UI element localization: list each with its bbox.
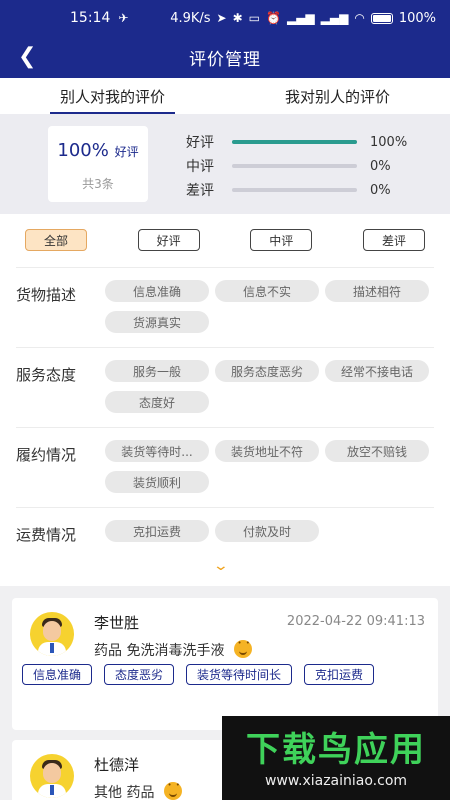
bar-row-neutral: 中评 0% <box>186 154 426 178</box>
telegram-icon: ✈ <box>118 11 129 25</box>
review-tag: 态度恶劣 <box>104 664 175 685</box>
score-value: 100% <box>57 140 109 161</box>
tag-chip[interactable]: 服务态度恶劣 <box>215 360 319 382</box>
bar-label: 好评 <box>186 135 214 151</box>
watermark-url: www.xiazainiao.com <box>264 773 408 789</box>
smile-icon <box>164 781 183 800</box>
review-tag: 信息准确 <box>22 664 93 685</box>
category-freight: 运费情况 克扣运费 付款及时 <box>16 507 434 557</box>
page-title: 评价管理 <box>189 49 261 70</box>
tab-received-reviews[interactable]: 别人对我的评价 <box>0 78 225 114</box>
alarm-icon: ⏰ <box>266 11 281 25</box>
goods-text: 其他 药品 <box>94 785 155 800</box>
tag-chip[interactable]: 装货顺利 <box>105 471 209 493</box>
tag-chip[interactable]: 态度好 <box>105 391 209 413</box>
bar-track <box>232 188 357 192</box>
bluetooth-icon: ✱ <box>232 11 243 25</box>
avatar <box>30 754 74 798</box>
tag-chip[interactable]: 付款及时 <box>215 520 319 542</box>
review-card[interactable]: 李世胜 2022-04-22 09:41:13 药品 免洗消毒洗手液 信息准确 … <box>12 598 438 730</box>
review-date: 2022-04-22 09:41:13 <box>286 614 425 629</box>
bar-percent: 100% <box>370 134 408 150</box>
tag-chip[interactable]: 服务一般 <box>105 360 209 382</box>
vibrate-icon: ▭ <box>248 11 261 25</box>
tag-chip[interactable]: 装货等待时... <box>105 440 209 462</box>
filter-neutral[interactable]: 中评 <box>250 229 313 251</box>
bar-label: 差评 <box>186 183 214 199</box>
watermark-logo: 下载鸟应用 www.xiazainiao.com <box>222 716 450 800</box>
score-line: 100% 好评 <box>48 140 148 161</box>
filter-bad[interactable]: 差评 <box>362 229 425 251</box>
tag-chip[interactable]: 信息准确 <box>105 280 209 302</box>
tag-chip[interactable]: 描述相符 <box>325 280 429 302</box>
category-title: 履约情况 <box>16 446 77 464</box>
bar-fill <box>232 140 357 144</box>
score-card: 100% 好评 共3条 <box>48 126 148 202</box>
bar-percent: 0% <box>370 158 391 174</box>
tag-chip[interactable]: 装货地址不符 <box>215 440 319 462</box>
score-label: 好评 <box>114 145 139 159</box>
review-tag: 克扣运费 <box>304 664 375 685</box>
tag-chip[interactable]: 克扣运费 <box>105 520 209 542</box>
filter-chips: 全部 好评 中评 差评 <box>0 214 450 251</box>
location-icon: ➤ <box>216 11 227 25</box>
tag-chip[interactable]: 信息不实 <box>215 280 319 302</box>
filter-good[interactable]: 好评 <box>137 229 200 251</box>
bar-track <box>232 140 357 144</box>
network-speed: 4.9K/s <box>170 10 211 26</box>
rating-bars: 好评 100% 中评 0% 差评 0% <box>186 130 426 202</box>
rating-summary: 100% 好评 共3条 好评 100% 中评 0% 差评 0% <box>0 114 450 214</box>
battery-icon <box>370 12 393 24</box>
category-tags: 装货等待时... 装货地址不符 放空不赔钱 装货顺利 <box>105 440 435 493</box>
goods-line: 其他 药品 <box>94 781 183 800</box>
category-goods: 货物描述 信息准确 信息不实 描述相符 货源真实 <box>16 267 434 347</box>
total-count: 共3条 <box>82 177 114 191</box>
bar-track <box>232 164 357 168</box>
filter-all[interactable]: 全部 <box>25 229 87 251</box>
smile-icon <box>234 639 253 658</box>
bar-percent: 0% <box>370 182 391 198</box>
category-title: 货物描述 <box>16 286 77 304</box>
filter-panel: 全部 好评 中评 差评 货物描述 信息准确 信息不实 描述相符 货源真实 服务态… <box>0 214 450 586</box>
status-bar: 15:14 ✈ 4.9K/s ➤ ✱ ▭ ⏰ ▂▄▆ ▂▄▆ ◠ 100% <box>0 0 450 36</box>
category-tags: 信息准确 信息不实 描述相符 货源真实 <box>105 280 435 333</box>
tag-chip[interactable]: 放空不赔钱 <box>325 440 429 462</box>
avatar <box>30 612 74 656</box>
category-tags: 服务一般 服务态度恶劣 经常不接电话 态度好 <box>105 360 435 413</box>
bar-row-good: 好评 100% <box>186 130 426 154</box>
category-title: 服务态度 <box>16 366 77 384</box>
tab-given-reviews[interactable]: 我对别人的评价 <box>225 78 450 114</box>
signal-2-icon: ▂▄▆ <box>320 11 349 25</box>
category-tags: 克扣运费 付款及时 <box>105 520 435 542</box>
signal-icon: ▂▄▆ <box>286 11 315 25</box>
category-fulfillment: 履约情况 装货等待时... 装货地址不符 放空不赔钱 装货顺利 <box>16 427 434 507</box>
nav-bar: ❮ 评价管理 <box>0 36 450 78</box>
bar-label: 中评 <box>186 159 214 175</box>
chevron-down-icon[interactable]: ⌄ <box>213 558 229 574</box>
category-title: 运费情况 <box>16 526 77 544</box>
goods-line: 药品 免洗消毒洗手液 <box>94 639 253 660</box>
category-service: 服务态度 服务一般 服务态度恶劣 经常不接电话 态度好 <box>16 347 434 427</box>
review-tag: 装货等待时间长 <box>186 664 293 685</box>
status-time: 15:14 <box>70 10 111 26</box>
goods-text: 药品 免洗消毒洗手液 <box>94 643 225 659</box>
watermark-main: 下载鸟应用 <box>246 730 426 770</box>
tag-chip[interactable]: 经常不接电话 <box>325 360 429 382</box>
reviewer-name: 李世胜 <box>94 614 140 632</box>
reviewer-name: 杜德洋 <box>94 756 140 774</box>
review-tags: 信息准确 态度恶劣 装货等待时间长 克扣运费 <box>22 664 422 685</box>
battery-percent: 100% <box>398 10 436 26</box>
tab-bar: 别人对我的评价 我对别人的评价 <box>0 78 450 114</box>
wifi-icon: ◠ <box>354 11 365 25</box>
chevron-left-icon[interactable]: ❮ <box>18 44 36 69</box>
tag-chip[interactable]: 货源真实 <box>105 311 209 333</box>
bar-row-bad: 差评 0% <box>186 178 426 202</box>
